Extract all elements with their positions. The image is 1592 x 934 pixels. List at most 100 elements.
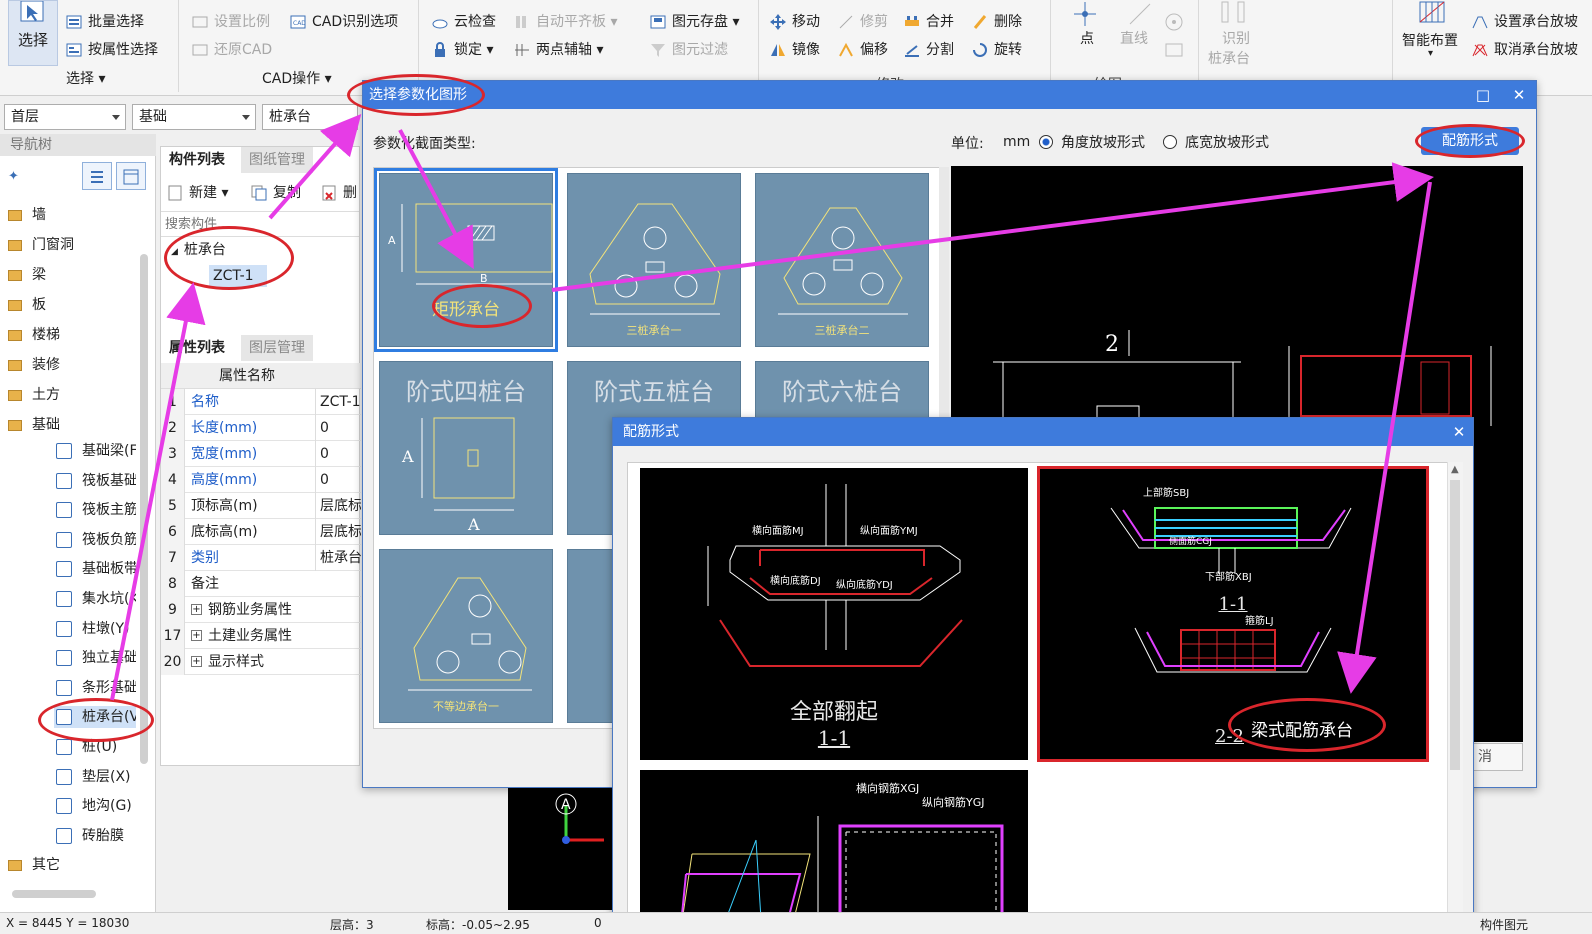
property-row[interactable]: 5 顶标高(m) 层底标: [161, 493, 361, 519]
folder-icon: [8, 390, 22, 401]
cancel-cap-slope-label: 取消承台放坡: [1494, 42, 1578, 58]
level-icon: [516, 16, 526, 28]
nav-sub-item[interactable]: 筏板主筋: [54, 499, 136, 521]
axis-icon: A: [555, 793, 604, 844]
folder-icon: [8, 240, 22, 251]
property-value[interactable]: 0: [315, 467, 361, 493]
property-row[interactable]: 4 高度(mm) 0: [161, 467, 361, 493]
property-value[interactable]: 桩承台: [315, 545, 361, 571]
tab-component-list[interactable]: 构件列表: [161, 147, 233, 173]
tab-properties[interactable]: 属性列表: [161, 335, 233, 361]
property-row[interactable]: 20 + 显示样式: [161, 649, 361, 675]
nav-sub-item[interactable]: 基础梁(F: [54, 440, 136, 462]
tile-step-four-pile[interactable]: 阶式四桩台 AA: [379, 361, 553, 535]
nav-sub-label: 条形基础: [82, 679, 136, 696]
label-h-top: 横向面筋MJ: [752, 526, 804, 537]
nav-sub-item[interactable]: 砖胎膜: [54, 825, 136, 847]
select-button[interactable]: 选择: [8, 0, 58, 66]
rebar-option-third[interactable]: 横向钢筋XGJ 纵向钢筋YGJ: [640, 770, 1028, 934]
detail-view-toggle[interactable]: [116, 162, 146, 190]
property-row[interactable]: 3 宽度(mm) 0: [161, 441, 361, 467]
tile-unequal-cap-2[interactable]: [567, 549, 615, 723]
arc-icon[interactable]: [1164, 12, 1184, 32]
select-group-label[interactable]: 选择 ▾: [66, 68, 105, 88]
property-value[interactable]: 0: [315, 441, 361, 467]
by-attribute-select-label: 按属性选择: [88, 42, 158, 58]
tile-three-pile-cap-1[interactable]: 三桩承台一: [567, 173, 741, 347]
nav-scrollbar[interactable]: [140, 254, 148, 764]
tile-unequal-cap-1[interactable]: 不等边承台一: [379, 549, 553, 723]
property-row[interactable]: 17 + 土建业务属性: [161, 623, 361, 649]
radio-angle-slope[interactable]: 角度放坡形式: [1039, 132, 1145, 152]
point-icon: [1074, 2, 1096, 26]
maximize-icon[interactable]: □: [1471, 81, 1495, 109]
nav-sub-item[interactable]: 柱墩(Y): [54, 618, 136, 640]
type-select[interactable]: 桩承台: [262, 104, 358, 130]
nav-sub-item[interactable]: 筏板基础: [54, 470, 136, 492]
trim-label: 修剪: [860, 14, 888, 30]
nav-sub-item[interactable]: 条形基础: [54, 677, 136, 699]
property-row-number: 6: [161, 519, 185, 545]
nav-sub-item[interactable]: 垫层(X): [54, 766, 136, 788]
nav-sub-item[interactable]: 基础板带: [54, 558, 136, 580]
property-value[interactable]: 0: [315, 415, 361, 441]
offset-icon: [839, 42, 853, 57]
property-row[interactable]: 8 备注: [161, 571, 361, 597]
floor-select[interactable]: 首层: [4, 104, 126, 130]
close-icon[interactable]: ✕: [1507, 81, 1531, 109]
category-select[interactable]: 基础: [132, 104, 256, 130]
rebar-option-all-up[interactable]: 横向面筋MJ 纵向面筋YMJ 横向底筋DJ 纵向底筋YDJ 全部翻起 1-1: [640, 468, 1028, 760]
nav-sub-item[interactable]: 集水坑(K: [54, 588, 136, 610]
draw-point-button[interactable]: 点: [1068, 0, 1104, 50]
nav-hscrollbar[interactable]: [12, 890, 96, 898]
component-icon: [56, 739, 72, 755]
property-row[interactable]: 7 类别 桩承台: [161, 545, 361, 571]
pin-icon[interactable]: ✦: [8, 168, 28, 184]
property-row[interactable]: 6 底标高(m) 层底标: [161, 519, 361, 545]
property-row[interactable]: 9 + 钢筋业务属性: [161, 597, 361, 623]
property-row-number: 7: [161, 545, 185, 571]
new-icon: [168, 185, 182, 201]
rectangle-icon[interactable]: [1164, 42, 1184, 58]
property-row-number: 5: [161, 493, 185, 519]
tile-three-pile-cap-2[interactable]: 三桩承台二: [755, 173, 929, 347]
property-value[interactable]: ZCT-1: [315, 389, 361, 415]
component-icon: [56, 561, 72, 578]
folder-icon: [8, 360, 22, 371]
property-row[interactable]: 1 名称 ZCT-1: [161, 389, 361, 415]
status-hint: 构件图元: [1480, 918, 1529, 932]
tab-drawing-management[interactable]: 图纸管理: [241, 147, 313, 173]
radio-unchecked-icon: [1163, 135, 1177, 149]
nav-sub-item[interactable]: 筏板负筋: [54, 529, 136, 551]
property-row[interactable]: 2 长度(mm) 0: [161, 415, 361, 441]
list-icon: [91, 171, 103, 183]
folder-icon: [8, 300, 22, 311]
tab-layer-management[interactable]: 图层管理: [241, 335, 313, 361]
expand-icon[interactable]: +: [191, 603, 202, 615]
smart-layout-dropdown[interactable]: ▾: [1428, 48, 1433, 59]
close-icon[interactable]: ✕: [1447, 418, 1471, 446]
label-v-top: 纵向面筋YMJ: [860, 526, 918, 537]
draw-line-button[interactable]: 直线: [1118, 0, 1162, 50]
property-value[interactable]: 层底标: [315, 519, 361, 545]
property-row-number: 20: [161, 649, 185, 675]
property-name: 名称: [191, 394, 219, 410]
nav-sub-label: 筏板负筋: [82, 531, 136, 548]
tree-view-toggle[interactable]: [82, 162, 112, 190]
nav-sub-item[interactable]: 独立基础: [54, 647, 136, 669]
expand-icon[interactable]: +: [191, 629, 202, 641]
svg-text:A: A: [401, 447, 414, 466]
radio-angle-label: 角度放坡形式: [1061, 135, 1145, 151]
ribbon-separator: [1198, 0, 1199, 92]
nav-sub-item[interactable]: 地沟(G): [54, 795, 136, 817]
tile-step-six-title: 阶式六桩台: [782, 378, 902, 406]
smart-layout-button[interactable]: 智能布置 ▾: [1400, 0, 1466, 66]
radio-width-slope[interactable]: 底宽放坡形式: [1163, 132, 1269, 152]
identify-cap-button[interactable]: 识别 桩承台: [1208, 0, 1264, 70]
expand-icon[interactable]: +: [191, 655, 202, 667]
property-value[interactable]: 层底标: [315, 493, 361, 519]
cad-group-label[interactable]: CAD操作 ▾: [262, 68, 332, 88]
rebar-scrollbar[interactable]: ▲: [1447, 462, 1463, 934]
scroll-thumb[interactable]: [1450, 480, 1460, 770]
scroll-up-icon[interactable]: ▲: [1451, 464, 1459, 475]
